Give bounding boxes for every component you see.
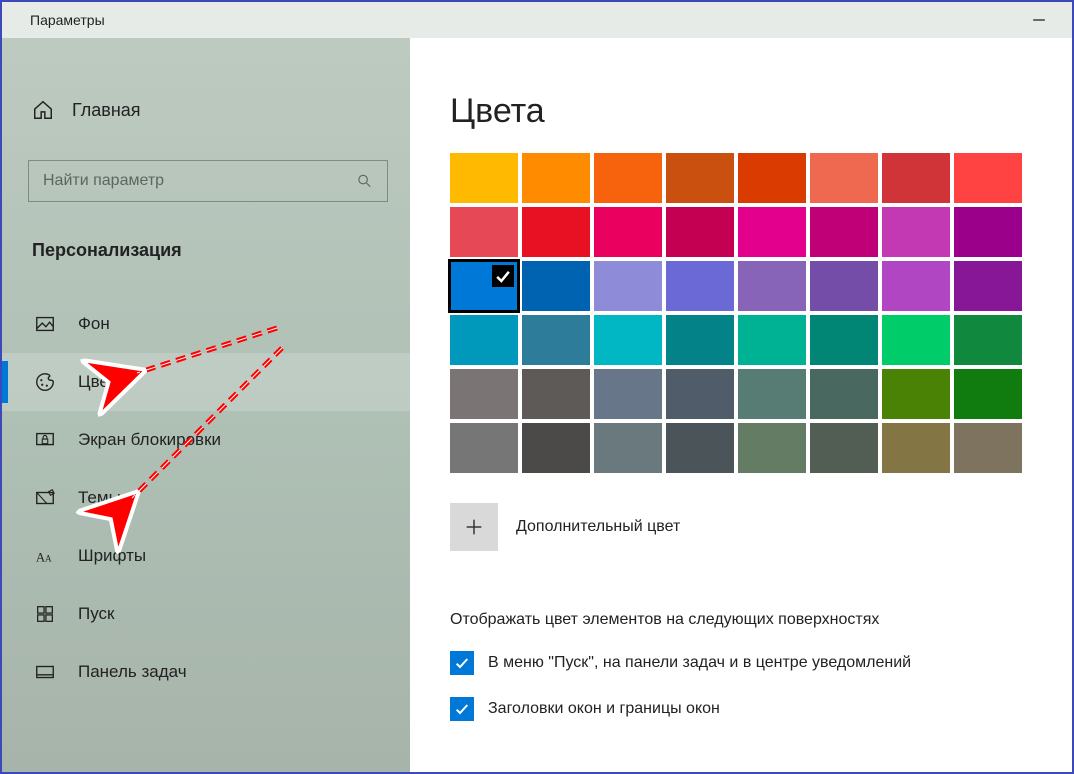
- checkbox-row-titlebars: Заголовки окон и границы окон: [450, 697, 1036, 721]
- checkbox-start-taskbar[interactable]: [450, 651, 474, 675]
- section-label: Персонализация: [2, 202, 410, 261]
- page-title: Цвета: [450, 92, 1036, 131]
- color-swatch[interactable]: [954, 153, 1022, 203]
- color-swatch[interactable]: [810, 153, 878, 203]
- color-swatch[interactable]: [594, 423, 662, 473]
- sidebar-item-colors[interactable]: Цвета: [2, 353, 410, 411]
- themes-icon: [34, 487, 56, 509]
- sidebar-item-start[interactable]: Пуск: [2, 585, 410, 643]
- picture-icon: [34, 313, 56, 335]
- color-swatch[interactable]: [738, 423, 806, 473]
- color-swatch[interactable]: [810, 369, 878, 419]
- color-swatch[interactable]: [450, 207, 518, 257]
- color-swatch[interactable]: [810, 261, 878, 311]
- sidebar-item-label: Панель задач: [78, 662, 187, 682]
- add-color-row: Дополнительный цвет: [450, 503, 1036, 551]
- window-title: Параметры: [30, 12, 105, 28]
- search-icon: [356, 172, 373, 190]
- color-swatch[interactable]: [522, 261, 590, 311]
- color-swatch[interactable]: [666, 153, 734, 203]
- sidebar-item-label: Шрифты: [78, 546, 146, 566]
- color-swatch[interactable]: [954, 423, 1022, 473]
- add-color-label: Дополнительный цвет: [516, 518, 680, 536]
- title-bar: Параметры: [2, 2, 1072, 38]
- surfaces-heading: Отображать цвет элементов на следующих п…: [450, 611, 1036, 629]
- home-icon: [32, 99, 54, 121]
- sidebar-item-label: Пуск: [78, 604, 114, 624]
- minimize-button[interactable]: [1024, 13, 1054, 27]
- sidebar-home-label: Главная: [72, 100, 141, 121]
- color-swatch[interactable]: [882, 369, 950, 419]
- color-swatch[interactable]: [882, 261, 950, 311]
- color-swatch[interactable]: [954, 315, 1022, 365]
- color-swatch[interactable]: [594, 315, 662, 365]
- color-swatch[interactable]: [666, 261, 734, 311]
- check-icon: [454, 701, 470, 717]
- color-swatch[interactable]: [738, 153, 806, 203]
- sidebar-item-fonts[interactable]: AA Шрифты: [2, 527, 410, 585]
- add-color-button[interactable]: [450, 503, 498, 551]
- color-swatch[interactable]: [666, 369, 734, 419]
- taskbar-icon: [34, 661, 56, 683]
- color-swatch[interactable]: [954, 207, 1022, 257]
- color-swatch[interactable]: [522, 369, 590, 419]
- svg-text:A: A: [45, 554, 52, 564]
- sidebar-item-background[interactable]: Фон: [2, 295, 410, 353]
- color-swatch[interactable]: [450, 315, 518, 365]
- color-swatch[interactable]: [450, 423, 518, 473]
- sidebar-item-label: Фон: [78, 314, 110, 334]
- color-swatch[interactable]: [522, 153, 590, 203]
- color-swatch[interactable]: [450, 369, 518, 419]
- color-swatch[interactable]: [882, 315, 950, 365]
- color-swatch[interactable]: [522, 423, 590, 473]
- color-swatch[interactable]: [882, 423, 950, 473]
- sidebar-home[interactable]: Главная: [2, 86, 410, 134]
- search-box[interactable]: [28, 160, 388, 202]
- sidebar-item-themes[interactable]: Темы: [2, 469, 410, 527]
- color-swatch[interactable]: [810, 423, 878, 473]
- color-swatch[interactable]: [594, 153, 662, 203]
- content-pane: Цвета Дополнительный цвет Отображать цве…: [410, 38, 1072, 772]
- color-swatch[interactable]: [810, 207, 878, 257]
- nav-list: Фон Цвета Экран блокировки Темы AA Шрифт…: [2, 295, 410, 701]
- checkbox-titlebars[interactable]: [450, 697, 474, 721]
- checkbox-label: Заголовки окон и границы окон: [488, 700, 720, 718]
- plus-icon: [463, 516, 485, 538]
- lockscreen-icon: [34, 429, 56, 451]
- color-swatch[interactable]: [522, 315, 590, 365]
- sidebar-item-lockscreen[interactable]: Экран блокировки: [2, 411, 410, 469]
- start-icon: [34, 603, 56, 625]
- checkbox-row-start: В меню "Пуск", на панели задач и в центр…: [450, 651, 1036, 675]
- color-swatch[interactable]: [882, 153, 950, 203]
- color-swatch[interactable]: [738, 315, 806, 365]
- search-input[interactable]: [43, 172, 356, 190]
- color-swatch[interactable]: [450, 153, 518, 203]
- check-icon: [454, 655, 470, 671]
- color-swatch[interactable]: [594, 369, 662, 419]
- sidebar-item-label: Темы: [78, 488, 121, 508]
- palette-icon: [34, 371, 56, 393]
- color-swatch[interactable]: [738, 261, 806, 311]
- color-swatch-grid: [450, 153, 1036, 473]
- color-swatch[interactable]: [450, 261, 518, 311]
- sidebar-item-label: Цвета: [78, 372, 125, 392]
- color-swatch[interactable]: [882, 207, 950, 257]
- checkbox-label: В меню "Пуск", на панели задач и в центр…: [488, 654, 911, 672]
- color-swatch[interactable]: [666, 315, 734, 365]
- color-swatch[interactable]: [594, 261, 662, 311]
- color-swatch[interactable]: [738, 207, 806, 257]
- sidebar: Главная Персонализация Фон Цвета Экран б…: [2, 38, 410, 772]
- color-swatch[interactable]: [594, 207, 662, 257]
- sidebar-item-label: Экран блокировки: [78, 430, 221, 450]
- sidebar-item-taskbar[interactable]: Панель задач: [2, 643, 410, 701]
- color-swatch[interactable]: [954, 261, 1022, 311]
- color-swatch[interactable]: [522, 207, 590, 257]
- color-swatch[interactable]: [738, 369, 806, 419]
- color-swatch[interactable]: [666, 423, 734, 473]
- color-swatch[interactable]: [954, 369, 1022, 419]
- color-swatch[interactable]: [666, 207, 734, 257]
- color-swatch[interactable]: [810, 315, 878, 365]
- fonts-icon: AA: [34, 545, 56, 567]
